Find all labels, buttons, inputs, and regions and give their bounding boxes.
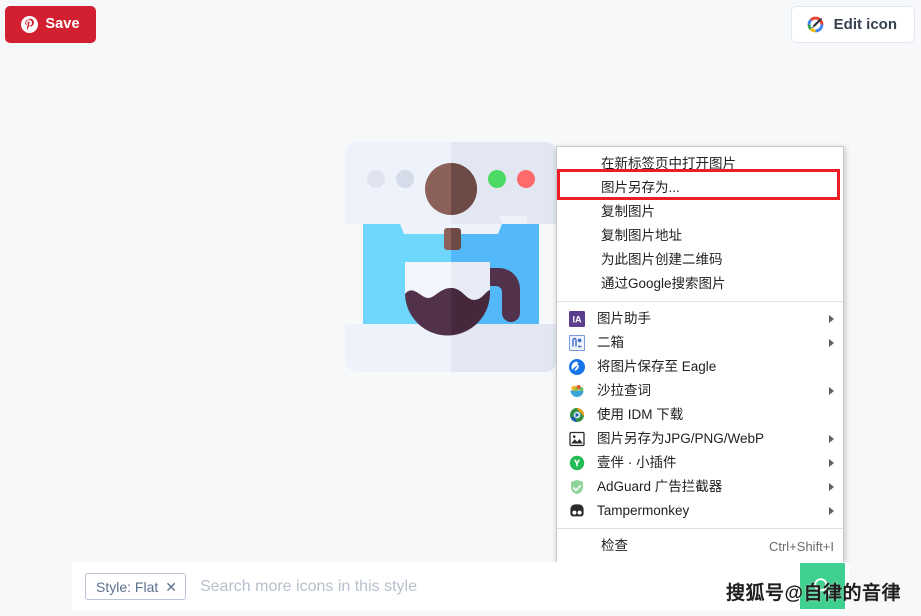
close-icon[interactable]: ✕ [165, 580, 177, 594]
context-menu-section-image-actions: 在新标签页中打开图片 图片另存为... 复制图片 复制图片地址 为此图片创建二维… [557, 151, 843, 297]
erxiang-icon [569, 335, 585, 351]
menu-item-shortcut: Ctrl+Shift+I [768, 538, 834, 554]
menu-item-label: 图片助手 [597, 311, 651, 327]
menu-item-label: 检查 [601, 538, 628, 554]
context-menu-section-inspect: 检查 Ctrl+Shift+I [557, 533, 843, 559]
chevron-right-icon [829, 483, 834, 491]
menu-item-create-qr-code[interactable]: 为此图片创建二维码 [557, 248, 843, 272]
image-assistant-icon: IA [569, 311, 585, 327]
style-filter-chip[interactable]: Style: Flat ✕ [85, 573, 186, 600]
image-format-icon [569, 431, 585, 447]
menu-item-copy-image[interactable]: 复制图片 [557, 200, 843, 224]
menu-item-adguard[interactable]: AdGuard 广告拦截器 [557, 475, 843, 499]
yiban-icon [569, 455, 585, 471]
saladict-icon [569, 383, 585, 399]
image-context-menu[interactable]: 在新标签页中打开图片 图片另存为... 复制图片 复制图片地址 为此图片创建二维… [556, 146, 844, 564]
style-filter-chip-label: Style: Flat [96, 578, 159, 595]
menu-item-erxiang[interactable]: 二箱 [557, 331, 843, 355]
menu-item-yiban-plugin[interactable]: 壹伴 · 小插件 [557, 451, 843, 475]
menu-item-label: 复制图片 [601, 204, 655, 220]
menu-item-copy-image-address[interactable]: 复制图片地址 [557, 224, 843, 248]
chevron-right-icon [829, 459, 834, 467]
menu-item-label: 图片另存为... [601, 180, 680, 196]
svg-text:IA: IA [573, 315, 583, 325]
menu-item-label: 沙拉查词 [597, 383, 651, 399]
menu-item-label: 复制图片地址 [601, 228, 682, 244]
edit-icon-button[interactable]: Edit icon [790, 6, 915, 43]
menu-item-search-image-google[interactable]: 通过Google搜索图片 [557, 272, 843, 296]
menu-item-save-image-as-format[interactable]: 图片另存为JPG/PNG/WebP [557, 427, 843, 451]
menu-item-image-assistant[interactable]: IA 图片助手 [557, 307, 843, 331]
icon-preview-coffee-machine[interactable] [345, 142, 557, 372]
menu-item-open-image-new-tab[interactable]: 在新标签页中打开图片 [557, 152, 843, 176]
chevron-right-icon [829, 339, 834, 347]
menu-item-saladict[interactable]: 沙拉查词 [557, 379, 843, 403]
menu-separator [557, 301, 843, 302]
menu-item-label: 图片另存为JPG/PNG/WebP [597, 431, 765, 447]
menu-item-label: 将图片保存至 Eagle [597, 359, 717, 375]
menu-item-inspect[interactable]: 检查 Ctrl+Shift+I [557, 534, 843, 558]
menu-item-label: Tampermonkey [597, 503, 690, 519]
menu-item-tampermonkey[interactable]: Tampermonkey [557, 499, 843, 523]
chevron-right-icon [829, 315, 834, 323]
tampermonkey-icon [569, 503, 585, 519]
eagle-icon [569, 359, 585, 375]
menu-item-download-with-idm[interactable]: 使用 IDM 下载 [557, 403, 843, 427]
context-menu-section-extensions: IA 图片助手 二箱 将图片保存至 Eagle 沙拉查词 使用 IDM 下载 图… [557, 306, 843, 524]
idm-icon [569, 407, 585, 423]
chevron-right-icon [829, 507, 834, 515]
menu-item-label: 通过Google搜索图片 [601, 276, 726, 292]
save-button-label: Save [45, 16, 80, 33]
coffee-machine-flat-icon [345, 142, 557, 372]
menu-separator [557, 528, 843, 529]
menu-item-save-to-eagle[interactable]: 将图片保存至 Eagle [557, 355, 843, 379]
menu-item-label: 壹伴 · 小插件 [597, 455, 677, 471]
pinterest-logo-icon [21, 16, 39, 33]
watermark-text: 搜狐号@自律的音律 [726, 583, 902, 604]
edit-icon-button-label: Edit icon [833, 16, 897, 33]
colored-pencil-icon [806, 15, 825, 34]
adguard-shield-icon [569, 479, 585, 495]
pinterest-save-button[interactable]: Save [5, 6, 96, 43]
menu-item-label: AdGuard 广告拦截器 [597, 479, 723, 495]
menu-item-label: 二箱 [597, 335, 624, 351]
menu-item-label: 为此图片创建二维码 [601, 252, 723, 268]
chevron-right-icon [829, 435, 834, 443]
chevron-right-icon [829, 387, 834, 395]
menu-item-save-image-as[interactable]: 图片另存为... [557, 176, 843, 200]
menu-item-label: 在新标签页中打开图片 [601, 156, 736, 172]
menu-item-label: 使用 IDM 下载 [597, 407, 684, 423]
